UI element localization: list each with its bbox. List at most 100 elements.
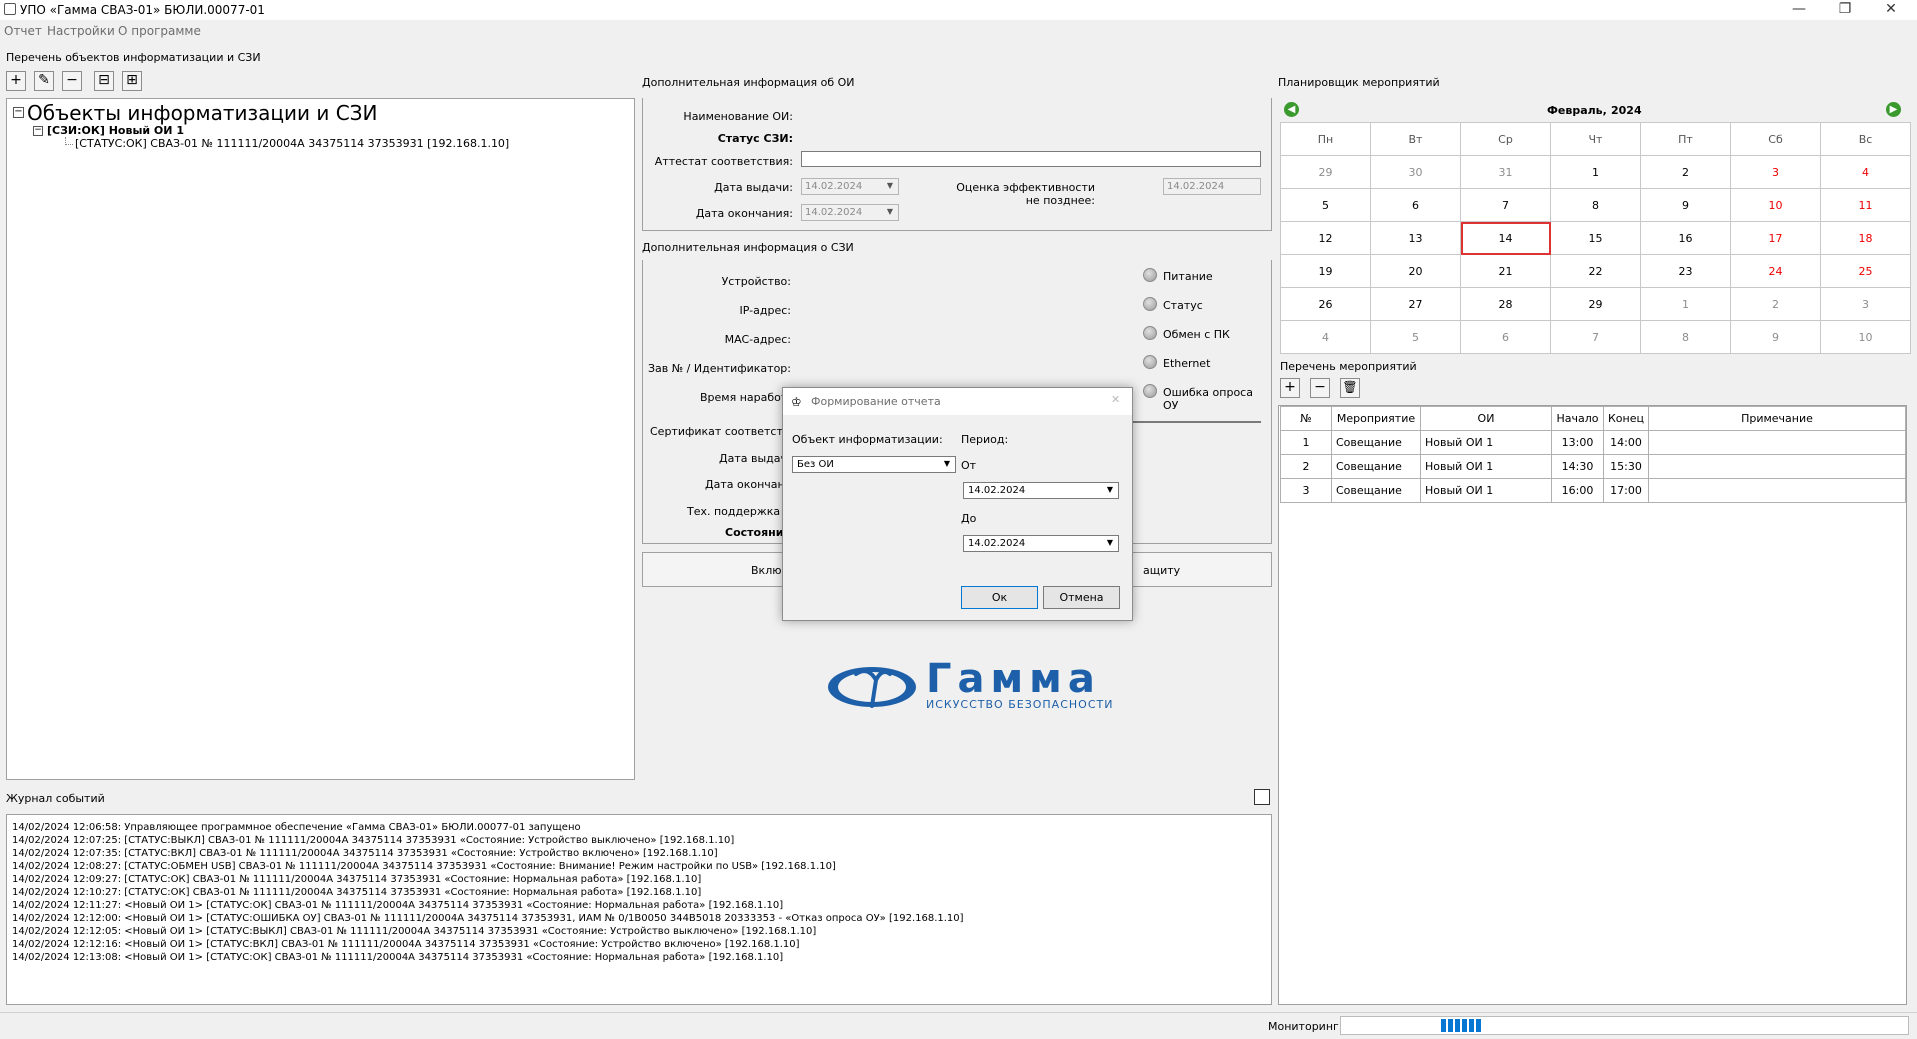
calendar-day[interactable]: 1 <box>1640 287 1731 321</box>
calendar-year[interactable]: 2024 <box>1611 104 1642 117</box>
table-row[interactable]: 1 Совещание Новый ОИ 1 13:00 14:00 <box>1280 430 1906 455</box>
restore-icon[interactable]: ❐ <box>1822 0 1868 20</box>
calendar-day[interactable]: 29 <box>1280 155 1371 189</box>
ok-button[interactable]: Ок <box>961 586 1038 609</box>
menu-bar: Отчет Настройки О программе <box>0 20 1917 40</box>
remove-icon[interactable]: − <box>62 71 82 91</box>
calendar-day[interactable]: 15 <box>1550 221 1641 255</box>
add-icon[interactable]: + <box>6 71 26 91</box>
col-header[interactable]: Начало <box>1551 406 1604 431</box>
menu-settings[interactable]: Настройки <box>47 24 115 38</box>
ethernet-indicator-label: Ethernet <box>1163 357 1211 370</box>
progress-segment <box>1469 1019 1474 1032</box>
col-header[interactable]: Мероприятие <box>1331 406 1421 431</box>
efficiency-date-field[interactable]: 14.02.2024 <box>1163 178 1261 195</box>
oi-issue-date-picker[interactable]: 14.02.2024 ▼ <box>801 178 899 195</box>
calendar-day[interactable]: 23 <box>1640 254 1731 288</box>
cancel-button[interactable]: Отмена <box>1043 586 1120 609</box>
calendar-day[interactable]: 17 <box>1730 221 1821 255</box>
calendar-day[interactable]: 2 <box>1640 155 1731 189</box>
col-header[interactable]: № <box>1280 406 1332 431</box>
chevron-down-icon: ▼ <box>943 459 951 468</box>
log-line: 14/02/2024 12:09:27: [СТАТУС:ОК] СВАЗ-01… <box>12 874 702 885</box>
close-icon[interactable]: ✕ <box>1868 0 1914 20</box>
calendar-day[interactable]: 8 <box>1640 320 1731 354</box>
menu-report[interactable]: Отчет <box>4 24 42 38</box>
calendar-day[interactable]: 4 <box>1280 320 1371 354</box>
tree-collapse-icon[interactable]: − <box>13 107 24 118</box>
calendar-day[interactable]: 3 <box>1730 155 1821 189</box>
calendar-day[interactable]: 7 <box>1460 188 1551 222</box>
table-row[interactable]: 3 Совещание Новый ОИ 1 16:00 17:00 <box>1280 478 1906 503</box>
calendar-day[interactable]: 8 <box>1550 188 1641 222</box>
calendar-day[interactable]: 9 <box>1640 188 1731 222</box>
calendar-day[interactable]: 21 <box>1460 254 1551 288</box>
calendar-day[interactable]: 3 <box>1820 287 1911 321</box>
tree-root[interactable]: Объекты информатизации и СЗИ <box>27 101 377 125</box>
oi-info-group: Наименование ОИ: Статус СЗИ: Аттестат со… <box>642 98 1272 231</box>
event-oi: Новый ОИ 1 <box>1420 478 1552 503</box>
add-event-icon[interactable]: + <box>1280 378 1300 398</box>
tree-node-oi[interactable]: [СЗИ:ОК] Новый ОИ 1 <box>47 124 184 137</box>
next-month-icon[interactable]: ▶ <box>1886 102 1901 117</box>
calendar-day[interactable]: 20 <box>1370 254 1461 288</box>
calendar-day[interactable]: 26 <box>1280 287 1371 321</box>
collapse-all-icon[interactable]: ⊟ <box>94 71 114 91</box>
col-header[interactable]: ОИ <box>1420 406 1552 431</box>
calendar-day[interactable]: 5 <box>1370 320 1461 354</box>
to-label: До <box>961 512 977 525</box>
calendar-day[interactable]: 18 <box>1820 221 1911 255</box>
calendar-day-selected[interactable]: 14 <box>1460 221 1551 255</box>
calendar-day[interactable]: 1 <box>1550 155 1641 189</box>
calendar-day[interactable]: 6 <box>1370 188 1461 222</box>
tree-node-device[interactable]: [СТАТУС:ОК] СВАЗ-01 № 111111/20004А 3437… <box>75 137 509 150</box>
trash-icon[interactable]: 🗑 <box>1340 378 1360 398</box>
table-row[interactable]: 2 Совещание Новый ОИ 1 14:30 15:30 <box>1280 454 1906 479</box>
cert-field[interactable] <box>1133 421 1261 423</box>
tree-collapse-icon[interactable]: − <box>33 126 43 136</box>
minimize-icon[interactable]: — <box>1776 0 1822 20</box>
maximize-log-icon[interactable] <box>1254 789 1270 805</box>
calendar-day[interactable]: 10 <box>1820 320 1911 354</box>
calendar-day[interactable]: 27 <box>1370 287 1461 321</box>
calendar-day[interactable]: 29 <box>1550 287 1641 321</box>
calendar-day[interactable]: 6 <box>1460 320 1551 354</box>
calendar-day[interactable]: 25 <box>1820 254 1911 288</box>
calendar-day[interactable]: 19 <box>1280 254 1371 288</box>
calendar-day[interactable]: 4 <box>1820 155 1911 189</box>
calendar-day[interactable]: 2 <box>1730 287 1821 321</box>
calendar-day[interactable]: 22 <box>1550 254 1641 288</box>
col-header[interactable]: Конец <box>1603 406 1649 431</box>
calendar-day[interactable]: 31 <box>1460 155 1551 189</box>
attest-field[interactable] <box>801 151 1261 167</box>
edit-pencil-icon[interactable]: ✎ <box>34 71 54 91</box>
prev-month-icon[interactable]: ◀ <box>1284 102 1299 117</box>
menu-about[interactable]: О программе <box>118 24 201 38</box>
object-select[interactable]: Без ОИ ▼ <box>792 456 956 473</box>
calendar-day[interactable]: 10 <box>1730 188 1821 222</box>
calendar-day[interactable]: 24 <box>1730 254 1821 288</box>
from-date-picker[interactable]: 14.02.2024 ▼ <box>963 482 1119 499</box>
calendar-day[interactable]: 7 <box>1550 320 1641 354</box>
calendar-day[interactable]: 28 <box>1460 287 1551 321</box>
event-log[interactable]: 14/02/2024 12:06:58: Управляющее програм… <box>6 814 1272 1005</box>
col-header[interactable]: Примечание <box>1648 406 1906 431</box>
calendar-day[interactable]: 5 <box>1280 188 1371 222</box>
event-oi: Новый ОИ 1 <box>1420 454 1552 479</box>
calendar-day[interactable]: 9 <box>1730 320 1821 354</box>
mac-label: MAC-адрес: <box>724 333 791 346</box>
calendar-day[interactable]: 12 <box>1280 221 1371 255</box>
dialog-close-icon[interactable]: ✕ <box>1111 393 1120 406</box>
remove-event-icon[interactable]: − <box>1310 378 1330 398</box>
calendar-day[interactable]: 13 <box>1370 221 1461 255</box>
oi-end-date-picker[interactable]: 14.02.2024 ▼ <box>801 204 899 221</box>
oi-issue-date-label: Дата выдачи: <box>714 181 793 194</box>
calendar-day[interactable]: 11 <box>1820 188 1911 222</box>
calendar-day[interactable]: 30 <box>1370 155 1461 189</box>
expand-all-icon[interactable]: ⊞ <box>122 71 142 91</box>
calendar-day[interactable]: 16 <box>1640 221 1731 255</box>
to-date-picker[interactable]: 14.02.2024 ▼ <box>963 535 1119 552</box>
event-note <box>1648 430 1906 455</box>
poll-error-led-icon <box>1143 384 1157 398</box>
calendar-month[interactable]: Февраль, <box>1547 104 1607 117</box>
